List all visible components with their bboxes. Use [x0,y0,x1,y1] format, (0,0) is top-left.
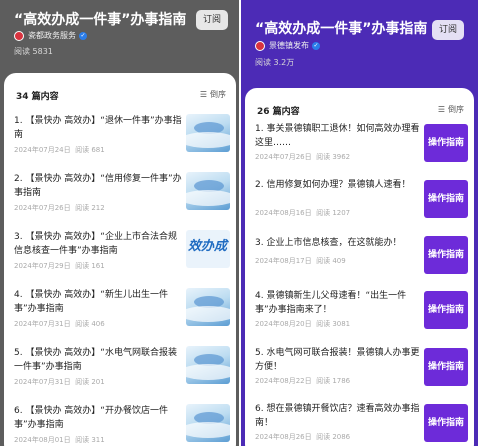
article-meta: 2024年07月26日 阅读 212 [14,204,105,212]
article-meta: 2024年07月24日 阅读 681 [14,146,105,154]
article-thumbnail [186,172,230,210]
article-meta: 2024年07月31日 阅读 201 [14,378,105,386]
article-meta: 2024年08月26日 阅读 2086 [255,433,351,441]
article-thumbnail [186,346,230,384]
list-item[interactable]: 1. 【景快办 高效办】“退休一件事”办事指南 2024年07月24日 阅读 6… [14,114,230,168]
article-thumbnail: 效办成 [186,230,230,268]
article-title: 5. 水电气网可联合报装！景德镇人办事更方便！ [255,348,420,372]
article-title: 1. 事关景德镇职工退休！如何高效办理看这里…… [255,124,420,148]
list-item[interactable]: 6. 【景快办 高效办】“开办餐饮店一件事”办事指南 2024年08月01日 阅… [14,404,230,446]
list-item[interactable]: 1. 事关景德镇职工退休！如何高效办理看这里…… 2024年07月26日 阅读 … [255,122,468,176]
article-title: 3. 【景快办 高效办】“企业上市合法合规信息核查一件事”办事指南 [14,232,177,256]
article-title: 5. 【景快办 高效办】“水电气网联合报装一件事”办事指南 [14,348,177,372]
article-thumbnail: 操作指南 [424,180,468,218]
collection-title: “高效办成一件事”办事指南 [14,12,187,28]
article-title: 6. 想在景德镇开餐饮店？速看高效办事指南！ [255,404,420,428]
article-list-card: 34 篇内容 ☰ 倒序 1. 【景快办 高效办】“退休一件事”办事指南 2024… [4,73,236,446]
left-panel: “高效办成一件事”办事指南 订阅 瓷都政务服务 ✓ 阅读 5831 34 篇内容… [0,0,239,446]
article-meta: 2024年08月22日 阅读 1786 [255,377,351,385]
author-link[interactable]: 景德镇发布 ✓ [255,40,320,51]
subscribe-button[interactable]: 订阅 [196,10,228,30]
list-item[interactable]: 5. 【景快办 高效办】“水电气网联合报装一件事”办事指南 2024年07月31… [14,346,230,400]
right-panel: “高效办成一件事”办事指南 订阅 景德镇发布 ✓ 阅读 3.2万 26 篇内容 … [241,0,478,446]
list-item[interactable]: 6. 想在景德镇开餐饮店？速看高效办事指南！ 2024年08月26日 阅读 20… [255,402,468,446]
article-count: 34 篇内容 [16,92,59,102]
article-title: 4. 景德镇新生儿父母速看！“出生一件事”办事指南来了！ [255,291,407,315]
article-meta: 2024年08月17日 阅读 409 [255,257,346,265]
verified-icon: ✓ [312,41,320,50]
article-title: 4. 【景快办 高效办】“新生儿出生一件事”办事指南 [14,290,168,314]
list-item[interactable]: 3. 【景快办 高效办】“企业上市合法合规信息核查一件事”办事指南 2024年0… [14,230,230,284]
article-thumbnail: 操作指南 [424,348,468,386]
list-item[interactable]: 5. 水电气网可联合报装！景德镇人办事更方便！ 2024年08月22日 阅读 1… [255,346,468,400]
collection-reads: 阅读 3.2万 [255,58,295,67]
article-title: 2. 【景快办 高效办】“信用修复一件事”办事指南 [14,174,182,198]
article-meta: 2024年07月29日 阅读 161 [14,262,105,270]
article-meta: 2024年08月20日 阅读 3081 [255,320,351,328]
sort-button[interactable]: ☰ 倒序 [438,104,464,115]
list-item[interactable]: 3. 企业上市信息核查，在这就能办！ 2024年08月17日 阅读 409 操作… [255,236,468,290]
collection-title: “高效办成一件事”办事指南 [255,21,428,37]
sort-label: 倒序 [448,105,464,114]
article-thumbnail [186,404,230,442]
sort-icon: ☰ [437,105,445,114]
article-thumbnail: 操作指南 [424,404,468,442]
article-title: 2. 信用修复如何办理？景德镇人速看！ [255,180,411,190]
author-name: 瓷都政务服务 [28,31,76,40]
verified-icon: ✓ [79,31,87,40]
list-item[interactable]: 2. 信用修复如何办理？景德镇人速看！ 2024年08月16日 阅读 1207 … [255,178,468,232]
author-link[interactable]: 瓷都政务服务 ✓ [14,30,87,41]
author-avatar-icon [14,30,24,41]
sort-label: 倒序 [210,90,226,99]
article-title: 1. 【景快办 高效办】“退休一件事”办事指南 [14,116,182,140]
article-meta: 2024年07月31日 阅读 406 [14,320,105,328]
list-item[interactable]: 4. 景德镇新生儿父母速看！“出生一件事”办事指南来了！ 2024年08月20日… [255,289,468,343]
article-thumbnail: 操作指南 [424,291,468,329]
subscribe-button[interactable]: 订阅 [432,20,464,40]
article-list-card: 26 篇内容 ☰ 倒序 1. 事关景德镇职工退休！如何高效办理看这里…… 202… [245,88,474,446]
article-title: 6. 【景快办 高效办】“开办餐饮店一件事”办事指南 [14,406,168,430]
author-name: 景德镇发布 [269,41,309,50]
sort-button[interactable]: ☰ 倒序 [200,89,226,100]
article-thumbnail [186,288,230,326]
article-thumbnail: 操作指南 [424,236,468,274]
article-thumbnail: 操作指南 [424,124,468,162]
article-title: 3. 企业上市信息核查，在这就能办！ [255,238,402,248]
article-count: 26 篇内容 [257,107,300,117]
list-item[interactable]: 4. 【景快办 高效办】“新生儿出生一件事”办事指南 2024年07月31日 阅… [14,288,230,342]
collection-reads: 阅读 5831 [14,47,53,56]
article-meta: 2024年08月16日 阅读 1207 [255,209,351,217]
article-thumbnail [186,114,230,152]
sort-icon: ☰ [199,90,207,99]
author-avatar-icon [255,40,265,51]
article-meta: 2024年07月26日 阅读 3962 [255,153,351,161]
list-item[interactable]: 2. 【景快办 高效办】“信用修复一件事”办事指南 2024年07月26日 阅读… [14,172,230,226]
article-meta: 2024年08月01日 阅读 311 [14,436,105,444]
